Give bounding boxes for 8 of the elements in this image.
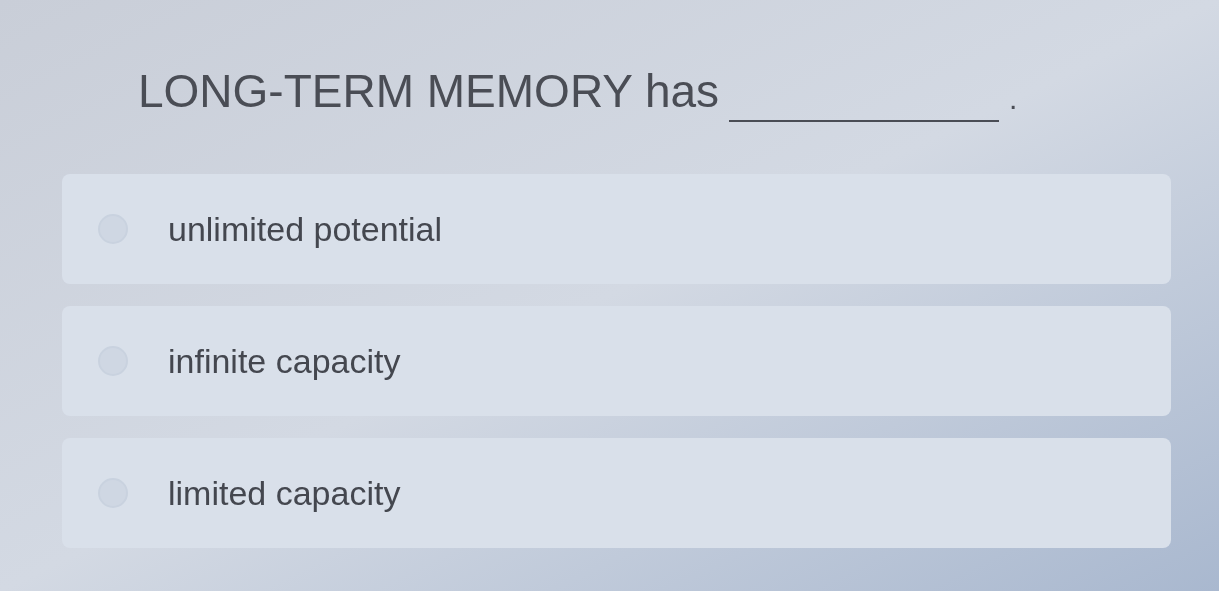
option-label: unlimited potential (168, 208, 443, 250)
answer-option[interactable]: unlimited potential (62, 174, 1171, 284)
option-label: limited capacity (168, 472, 401, 514)
answer-option[interactable]: infinite capacity (62, 306, 1171, 416)
answer-option[interactable]: limited capacity (62, 438, 1171, 548)
question-period: . (1009, 84, 1018, 114)
option-label: infinite capacity (168, 340, 401, 382)
question-text: LONG-TERM MEMORY has (138, 68, 720, 114)
